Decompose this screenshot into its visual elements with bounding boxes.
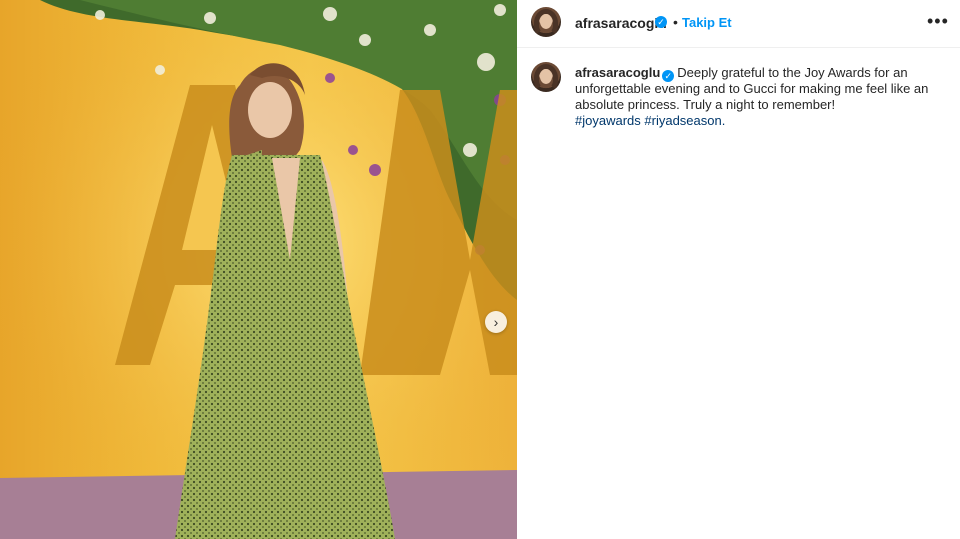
verified-badge-icon: ✓ [655, 16, 667, 28]
post-header: afrasaracoglu ✓ • Takip Et ••• [517, 0, 960, 48]
hashtag-link[interactable]: #riyadseason. [644, 113, 725, 128]
post-photo[interactable]: › [0, 0, 517, 539]
hashtag-link[interactable]: #joyawards [575, 113, 641, 128]
chevron-right-icon: › [493, 314, 499, 330]
caption-text: afrasaracoglu ✓ Deeply grateful to the Joy… [575, 65, 935, 129]
post-side-panel: afrasaracoglu ✓ • Takip Et ••• afrasarac… [517, 0, 960, 539]
caption-username[interactable]: afrasaracoglu [575, 65, 660, 80]
instagram-post-view: › afrasaracoglu ✓ • Takip Et ••• afrasar… [0, 0, 960, 539]
separator-dot: • [673, 14, 678, 30]
photo-illustration [0, 0, 517, 539]
follow-button[interactable]: Takip Et [682, 15, 732, 30]
next-photo-button[interactable]: › [485, 311, 507, 333]
avatar[interactable] [531, 7, 561, 37]
caption-avatar[interactable] [531, 62, 561, 92]
header-username[interactable]: afrasaracoglu [575, 15, 667, 31]
more-horizontal-icon[interactable]: ••• [927, 12, 948, 32]
